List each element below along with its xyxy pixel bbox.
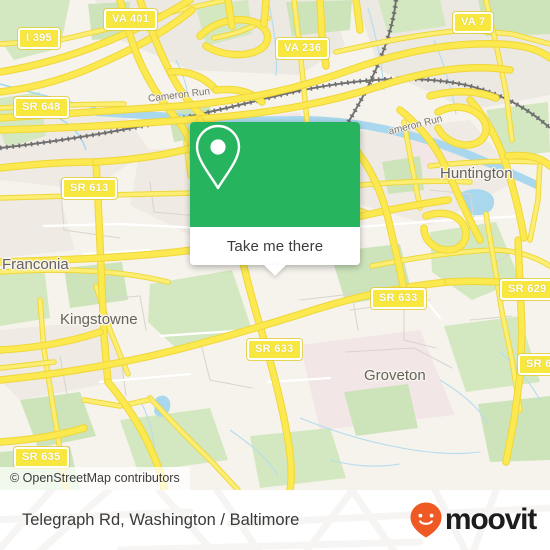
moovit-map-screenshot: .park { fill:#d3e8c0; } .park2 { fill:#c… [0,0,550,550]
moovit-brand[interactable]: moovit [409,501,537,539]
place-label-franconia: Franconia [2,256,69,273]
road-shield-i-395: I 395 [18,28,60,49]
road-shield-sr-633: SR 633 [247,339,302,360]
popup-pointer-tail [264,265,286,276]
map-pin-icon [195,124,241,190]
road-shield-sr-629: SR 629 [518,354,550,375]
footer-bar: Telegraph Rd, Washington / Baltimore moo… [0,490,550,550]
road-shield-sr-629: SR 629 [500,279,550,300]
road-shield-sr-635: SR 635 [14,447,69,468]
place-label-groveton: Groveton [364,367,426,384]
take-me-there-label: Take me there [226,237,324,255]
road-shield-sr-648: SR 648 [14,97,69,118]
footer-location-title: Telegraph Rd, Washington / Baltimore [22,510,300,529]
map-canvas[interactable]: .park { fill:#d3e8c0; } .park2 { fill:#c… [0,0,550,490]
place-label-huntington: Huntington [440,165,513,182]
road-shield-sr-633: SR 633 [371,288,426,309]
popup-footer[interactable]: Take me there [190,227,360,276]
road-shield-va-236: VA 236 [276,38,330,59]
moovit-wordmark: moovit [444,503,537,536]
popup-header [190,122,360,227]
road-shield-va-401: VA 401 [104,9,158,30]
road-shield-sr-613: SR 613 [62,178,117,199]
moovit-smiley-pin-icon [410,502,442,538]
location-popup-card[interactable]: Take me there [190,122,360,276]
map-attribution[interactable]: © OpenStreetMap contributors [0,467,190,490]
place-label-kingstowne: Kingstowne [60,311,138,328]
road-shield-va-7: VA 7 [453,12,494,33]
